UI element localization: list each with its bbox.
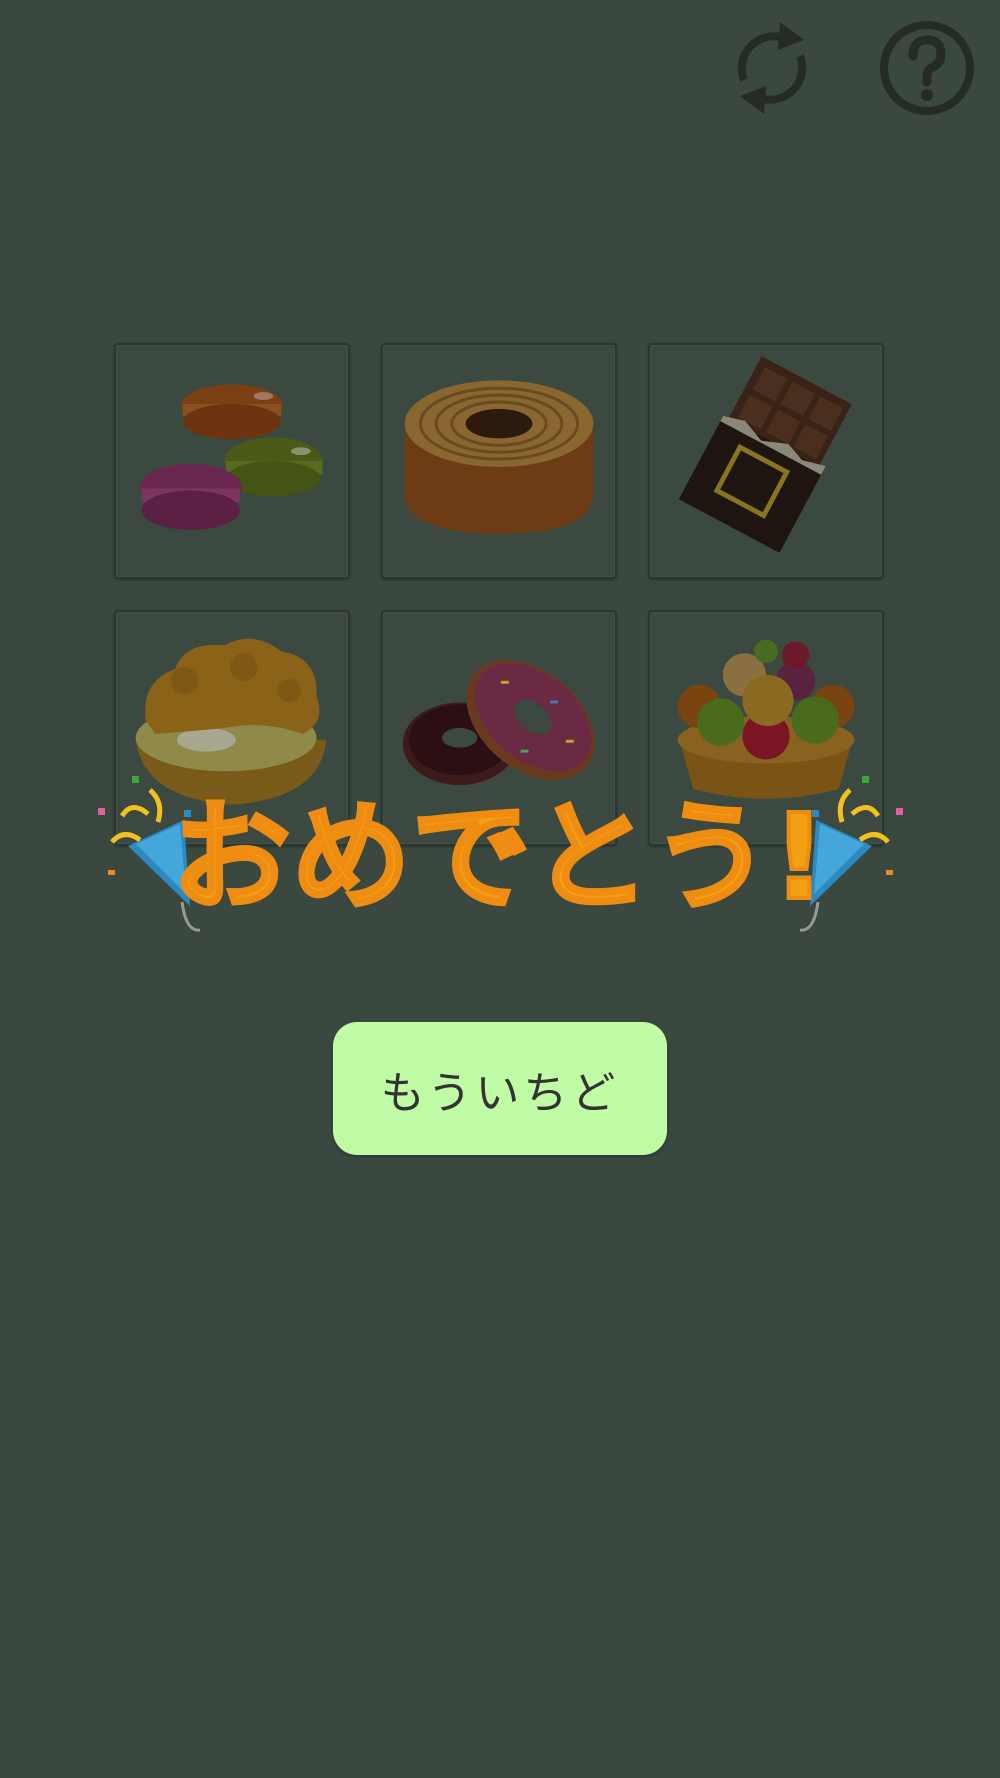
refresh-icon [737,22,807,114]
retry-button[interactable]: もういちど [333,1022,667,1155]
chocolate-icon [678,356,852,553]
help-button[interactable] [877,18,977,118]
retry-button-label: もういちど [380,1067,620,1119]
help-icon [880,21,974,115]
reset-button[interactable] [722,18,822,118]
tile-baumkuchen[interactable] [381,343,617,579]
tile-chocolate[interactable] [648,343,884,579]
baumkuchen-icon [404,380,594,534]
congratulations-text: おめでとう! [170,786,828,928]
congratulations-banner: おめでとう! [88,762,912,962]
macaron-icon [139,384,323,530]
tile-macarons[interactable] [114,343,350,579]
